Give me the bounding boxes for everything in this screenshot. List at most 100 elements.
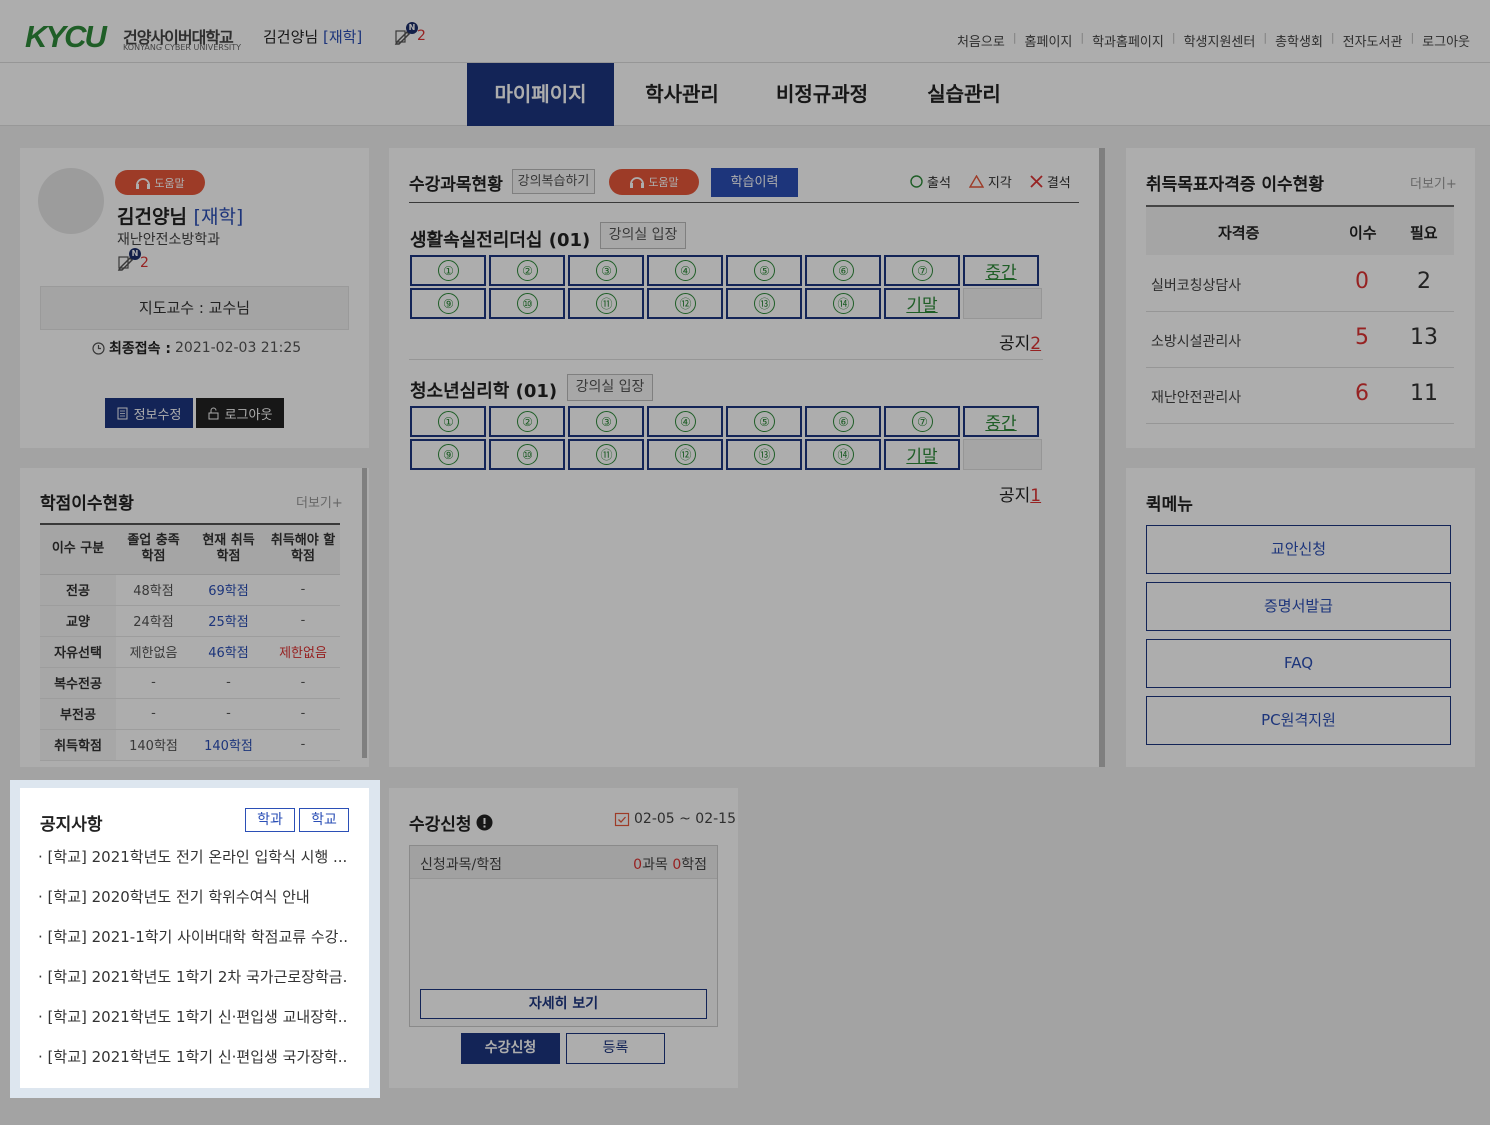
notice-item[interactable]: · [학교] 2021학년도 1학기 신·편입생 국가장학... xyxy=(38,1046,348,1067)
logo[interactable]: KYCU xyxy=(25,21,120,52)
cert-required: 13 xyxy=(1410,325,1438,350)
attend-circle-icon: ① xyxy=(437,260,459,281)
profile-help-button[interactable]: 도움말 xyxy=(115,170,205,195)
top-link[interactable]: 로그아웃 xyxy=(1422,31,1470,50)
enter-classroom-button[interactable]: 강의실 입장 xyxy=(567,374,653,401)
attend-circle-icon: ④ xyxy=(674,260,696,281)
week-cell[interactable]: ① xyxy=(410,406,486,437)
course-notice[interactable]: 공지1 xyxy=(999,481,1041,506)
logout-button[interactable]: 로그아웃 xyxy=(196,398,284,428)
headset-icon xyxy=(136,177,151,189)
top-link[interactable]: 홈페이지 xyxy=(1025,31,1073,50)
final-cell[interactable]: 기말 xyxy=(884,439,960,470)
week-cell[interactable]: ⑪ xyxy=(568,439,644,470)
week-cell[interactable]: ⑬ xyxy=(726,288,802,319)
last-login-value: 2021-02-03 21:25 xyxy=(175,340,302,356)
week-cell[interactable]: ① xyxy=(410,255,486,286)
notice-item[interactable]: · [학교] 2020학년도 전기 학위수여식 안내 xyxy=(38,886,348,907)
week-cell[interactable]: ⑥ xyxy=(805,255,881,286)
quick-request-lecture-notes[interactable]: 교안신청 xyxy=(1146,525,1451,574)
courses-scrollbar[interactable] xyxy=(1099,148,1105,767)
week-cell[interactable]: ⑫ xyxy=(647,288,723,319)
table-cell: 25학점 xyxy=(191,605,266,637)
notice-item[interactable]: · [학교] 2021학년도 1학기 2차 국가근로장학금... xyxy=(38,966,348,987)
edit-info-button[interactable]: 정보수정 xyxy=(105,398,193,428)
col-header: 이수 구분 xyxy=(40,525,116,575)
week-cell[interactable]: ⑭ xyxy=(805,439,881,470)
top-link[interactable]: 학과홈페이지 xyxy=(1092,31,1164,50)
empty-cell xyxy=(963,288,1042,319)
notice-item[interactable]: · [학교] 2021학년도 전기 온라인 입학식 시행 ... xyxy=(38,846,348,867)
quick-faq[interactable]: FAQ xyxy=(1146,639,1451,688)
week-cell[interactable]: ⑪ xyxy=(568,288,644,319)
attend-circle-icon: ⑭ xyxy=(832,293,854,314)
week-cell[interactable]: ⑤ xyxy=(726,255,802,286)
week-cell[interactable]: ⑨ xyxy=(410,439,486,470)
week-cell[interactable]: ⑥ xyxy=(805,406,881,437)
week-cell[interactable]: ⑤ xyxy=(726,406,802,437)
midterm-cell[interactable]: 중간 xyxy=(963,406,1039,437)
nav-academic[interactable]: 학사관리 xyxy=(614,63,750,126)
course-notice[interactable]: 공지2 xyxy=(999,329,1041,354)
memo-button[interactable]: N xyxy=(394,22,418,50)
attend-circle-icon: ⑨ xyxy=(437,293,459,314)
top-link[interactable]: 처음으로 xyxy=(957,31,1005,50)
week-cell[interactable]: ④ xyxy=(647,406,723,437)
col-header: 필요 xyxy=(1410,224,1438,242)
week-cell[interactable]: ⑨ xyxy=(410,288,486,319)
table-cell: 전공 xyxy=(40,574,116,606)
credits-more-link[interactable]: 더보기+ xyxy=(296,492,343,511)
week-cell[interactable]: ⑦ xyxy=(884,255,960,286)
last-login: 최종접속 : 2021-02-03 21:25 xyxy=(92,338,301,358)
final-label: 기말 xyxy=(906,296,938,316)
week-cell[interactable]: ⑦ xyxy=(884,406,960,437)
week-cell[interactable]: ③ xyxy=(568,255,644,286)
top-link[interactable]: 학생지원센터 xyxy=(1184,31,1256,50)
enter-classroom-button[interactable]: 강의실 입장 xyxy=(600,222,686,249)
nav-non-degree[interactable]: 비정규과정 xyxy=(750,63,894,126)
week-cell[interactable]: ② xyxy=(489,406,565,437)
week-cell[interactable]: ⑫ xyxy=(647,439,723,470)
avatar xyxy=(38,168,104,234)
top-link[interactable]: 총학생회 xyxy=(1275,31,1323,50)
week-cell[interactable]: ④ xyxy=(647,255,723,286)
table-cell: 취득학점 xyxy=(40,729,116,761)
attend-circle-icon: ② xyxy=(516,411,538,432)
study-history-button[interactable]: 학습이력 xyxy=(711,168,798,197)
notice-item[interactable]: · [학교] 2021-1학기 사이버대학 학점교류 수강... xyxy=(38,926,348,947)
cert-more-link[interactable]: 더보기+ xyxy=(1410,173,1457,192)
week-cell[interactable]: ⑭ xyxy=(805,288,881,319)
profile-memo-button[interactable]: N xyxy=(117,248,141,276)
quick-certificate[interactable]: 증명서발급 xyxy=(1146,582,1451,631)
detail-view-button[interactable]: 자세히 보기 xyxy=(420,989,707,1019)
week-cell[interactable]: ③ xyxy=(568,406,644,437)
quick-remote-support[interactable]: PC원격지원 xyxy=(1146,696,1451,745)
nav-mypage[interactable]: 마이페이지 xyxy=(467,63,614,126)
notice-tab-dept[interactable]: 학과 xyxy=(245,808,295,832)
review-lecture-button[interactable]: 강의복습하기 xyxy=(512,169,595,194)
final-cell[interactable]: 기말 xyxy=(884,288,960,319)
apply-course-button[interactable]: 수강신청 xyxy=(461,1033,560,1064)
nav-practice[interactable]: 실습관리 xyxy=(894,63,1034,126)
notice-count[interactable]: 1 xyxy=(1030,486,1041,506)
registration-period: 02-05 ~ 02-15 xyxy=(614,811,736,827)
attend-circle-icon: ⑤ xyxy=(753,260,775,281)
attend-circle-icon: ④ xyxy=(674,411,696,432)
week-cell[interactable]: ⑬ xyxy=(726,439,802,470)
notice-item[interactable]: · [학교] 2021학년도 1학기 신·편입생 교내장학... xyxy=(38,1006,348,1027)
col-header: 이수 xyxy=(1349,224,1377,242)
registration-col-label: 신청과목/학점 xyxy=(420,857,502,873)
notice-tab-school[interactable]: 학교 xyxy=(299,808,349,832)
week-cell[interactable]: ⑩ xyxy=(489,288,565,319)
register-button[interactable]: 등록 xyxy=(566,1033,665,1064)
subject-count: 0 xyxy=(633,857,643,873)
week-cell[interactable]: ⑩ xyxy=(489,439,565,470)
week-cell[interactable]: ② xyxy=(489,255,565,286)
courses-help-button[interactable]: 도움말 xyxy=(609,169,699,195)
notice-count[interactable]: 2 xyxy=(1030,334,1041,354)
info-icon[interactable] xyxy=(476,814,493,831)
credits-scrollbar[interactable] xyxy=(362,468,367,758)
midterm-cell[interactable]: 중간 xyxy=(963,255,1039,286)
top-link[interactable]: 전자도서관 xyxy=(1343,31,1403,50)
attend-circle-icon: ⑨ xyxy=(437,444,459,465)
